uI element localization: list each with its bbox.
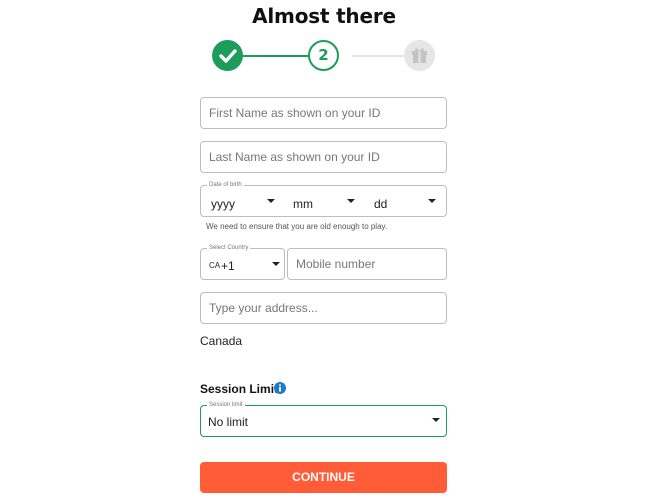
step-3-pending xyxy=(404,40,435,71)
first-name-input[interactable] xyxy=(201,98,446,128)
country-code-select[interactable]: Select Country CA +1 xyxy=(200,243,285,280)
mobile-input[interactable] xyxy=(288,249,446,279)
address-input[interactable] xyxy=(201,293,446,323)
first-name-field[interactable] xyxy=(200,97,447,129)
progress-stepper: 2 xyxy=(212,40,435,73)
continue-button[interactable]: CONTINUE xyxy=(200,462,447,493)
dob-year-select[interactable]: yyyy xyxy=(211,197,235,211)
country-code: CA xyxy=(209,261,221,270)
country-name: Canada xyxy=(200,334,243,348)
dob-month-select[interactable]: mm xyxy=(293,197,313,211)
country-legend: Select Country xyxy=(207,243,251,253)
session-limit-select[interactable]: Session limit No limit xyxy=(200,400,447,437)
last-name-input[interactable] xyxy=(201,142,446,172)
step-1-completed xyxy=(212,40,243,71)
session-limit-value: No limit xyxy=(208,415,249,429)
step-2-current: 2 xyxy=(308,40,339,71)
page-title: Almost there xyxy=(252,4,396,28)
session-limit-legend: Session limit xyxy=(207,400,245,410)
last-name-field[interactable] xyxy=(200,141,447,173)
date-of-birth-field: Date of birth yyyy mm dd xyxy=(200,180,447,217)
mobile-field[interactable] xyxy=(287,248,447,280)
info-icon[interactable] xyxy=(274,382,286,394)
dial-code: +1 xyxy=(221,259,235,273)
stepper-line-pending xyxy=(352,55,406,57)
date-of-birth-legend: Date of birth xyxy=(207,180,244,190)
check-icon xyxy=(219,49,237,63)
dob-day-select[interactable]: dd xyxy=(374,197,387,211)
session-limit-heading: Session Limit xyxy=(200,382,279,396)
age-hint: We need to ensure that you are old enoug… xyxy=(206,222,388,231)
gift-icon xyxy=(412,48,427,63)
address-field[interactable] xyxy=(200,292,447,324)
